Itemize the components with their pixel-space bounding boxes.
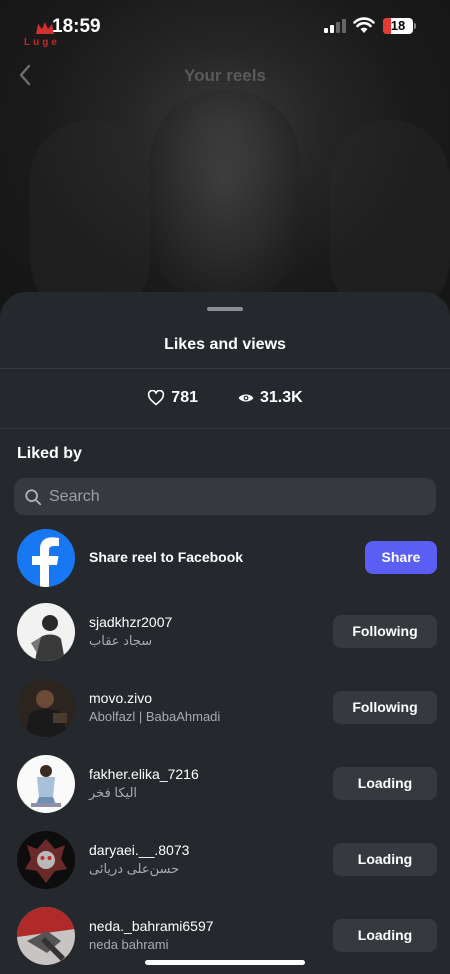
- user-row[interactable]: daryaei.__.8073 حسن‌علی دریائی Loading: [0, 824, 450, 894]
- avatar[interactable]: [17, 679, 75, 737]
- display-name: neda bahrami: [89, 937, 169, 952]
- eye-icon: [238, 394, 254, 402]
- logo-text: Luge: [24, 37, 60, 48]
- avatar[interactable]: [17, 603, 75, 661]
- avatar[interactable]: [17, 907, 75, 965]
- display-name: Abolfazl | BabaAhmadi: [89, 709, 221, 724]
- user-row[interactable]: movo.zivo Abolfazl | BabaAhmadi Followin…: [0, 672, 450, 742]
- user-row[interactable]: sjadkhzr2007 سجاد عقاب Following: [0, 596, 450, 666]
- search-placeholder: Search: [49, 487, 100, 505]
- home-indicator: [145, 960, 305, 965]
- username[interactable]: movo.zivo: [89, 690, 152, 706]
- battery-tip: [414, 23, 416, 29]
- display-name: سجاد عقاب: [89, 633, 153, 648]
- battery-indicator: 18: [383, 18, 413, 34]
- avatar[interactable]: [17, 831, 75, 889]
- user-row[interactable]: fakher.elika_7216 الیکا فخر Loading: [0, 748, 450, 818]
- username[interactable]: daryaei.__.8073: [89, 842, 189, 858]
- reel-background-figure: [330, 120, 450, 320]
- cellular-signal-icon: [324, 19, 346, 33]
- search-icon: [25, 488, 42, 505]
- username[interactable]: neda._bahrami6597: [89, 918, 214, 934]
- search-input[interactable]: Search: [14, 478, 436, 515]
- username[interactable]: fakher.elika_7216: [89, 766, 199, 782]
- wifi-icon: [353, 17, 375, 33]
- share-to-facebook-row: Share reel to Facebook Share: [0, 522, 450, 592]
- status-bar: Luge 18:59 18: [0, 0, 450, 52]
- page-title: Your reels: [184, 66, 266, 85]
- loading-button[interactable]: Loading: [333, 843, 437, 876]
- loading-button[interactable]: Loading: [333, 919, 437, 952]
- heart-icon: [148, 390, 165, 406]
- views-count: 31.3K: [260, 389, 303, 406]
- reel-background-face: [150, 90, 300, 300]
- display-name: الیکا فخر: [89, 785, 138, 800]
- likes-count: 781: [171, 389, 198, 406]
- username[interactable]: sjadkhzr2007: [89, 614, 172, 630]
- sheet-title: Likes and views: [164, 336, 286, 353]
- avatar[interactable]: [17, 755, 75, 813]
- likes-and-views-sheet: Likes and views 781 31.3K Liked by Searc…: [0, 292, 450, 974]
- reel-stats: 781 31.3K: [0, 386, 450, 410]
- divider: [0, 368, 450, 369]
- loading-button[interactable]: Loading: [333, 767, 437, 800]
- battery-level: 18: [390, 18, 406, 33]
- following-button[interactable]: Following: [333, 615, 437, 648]
- views-stat: 31.3K: [238, 389, 303, 407]
- status-time: 18:59: [52, 16, 101, 37]
- facebook-icon: [17, 529, 75, 587]
- sheet-drag-handle[interactable]: [207, 307, 243, 311]
- following-button[interactable]: Following: [333, 691, 437, 724]
- share-to-facebook-label: Share reel to Facebook: [89, 549, 244, 565]
- share-button[interactable]: Share: [365, 541, 437, 574]
- divider: [0, 428, 450, 429]
- reel-background-figure: [30, 120, 150, 320]
- liked-by-heading: Liked by: [17, 445, 82, 462]
- likes-stat: 781: [147, 389, 198, 407]
- display-name: حسن‌علی دریائی: [89, 861, 180, 876]
